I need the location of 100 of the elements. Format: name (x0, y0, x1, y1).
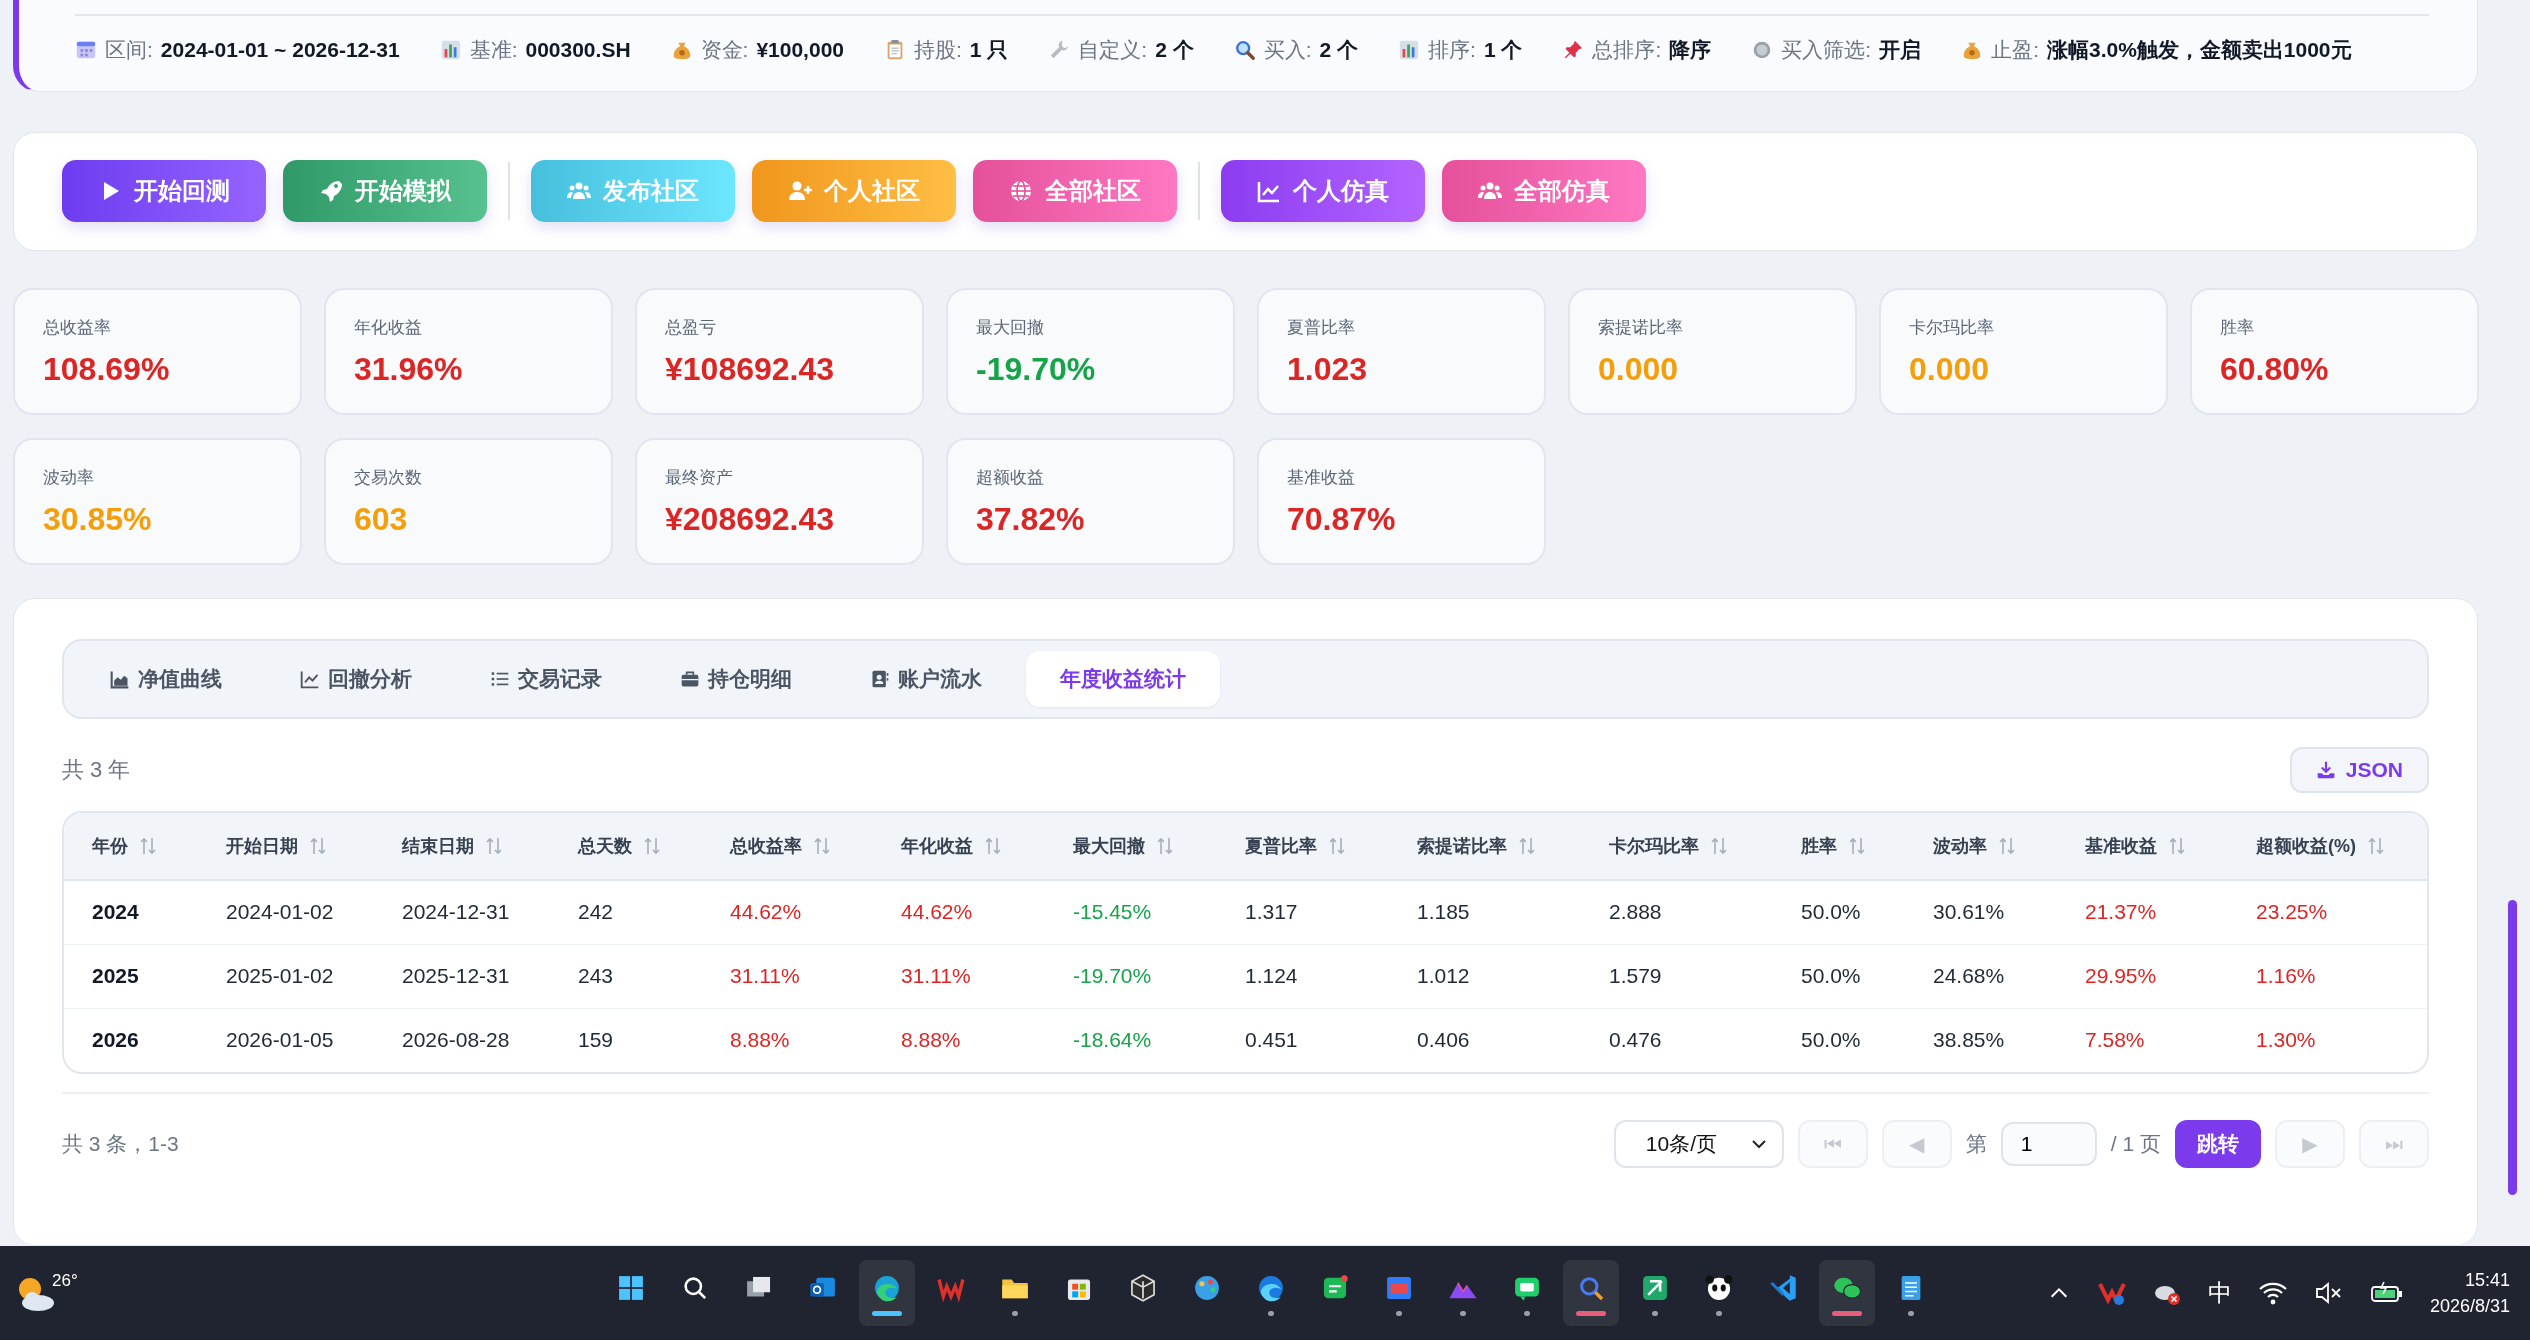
tab[interactable]: 持仓明细 (646, 650, 826, 707)
page-size-select[interactable]: 10条/页 (1613, 1119, 1784, 1168)
column-header[interactable]: 超额收益(%) (2256, 833, 2356, 858)
table-cell: 8.88% (901, 1028, 961, 1052)
info-value: 开启 (1879, 37, 1922, 63)
table-cell: 2.888 (1609, 900, 1662, 924)
metric-value: 31.96% (354, 350, 464, 388)
table-cell: 243 (578, 964, 614, 988)
metric-label: 年化收益 (354, 316, 423, 339)
table-cell: -19.70% (1073, 964, 1152, 988)
column-header[interactable]: 年化收益 (901, 833, 973, 858)
column-header[interactable]: 结束日期 (402, 833, 474, 858)
table-cell: 8.88% (730, 1028, 790, 1052)
info-value: 2024-01-01 ~ 2026-12-31 (160, 38, 400, 62)
metric-label: 胜率 (2220, 316, 2255, 339)
metric-value: 603 (354, 500, 409, 538)
column-header[interactable]: 胜率 (1801, 833, 1837, 858)
metric-value: -19.70% (976, 350, 1097, 388)
pagination-info: 共 3 条，1-3 (62, 1130, 179, 1157)
metric-value: 70.87% (1287, 500, 1397, 538)
metric-label: 索提诺比率 (1598, 316, 1684, 339)
table-cell: 1.30% (2256, 1028, 2316, 1052)
info-label: 排序: (1428, 37, 1476, 63)
table-cell: 2024 (92, 900, 139, 924)
clock[interactable]: 15:41 2026/8/31 (2429, 1267, 2510, 1319)
metric-value: 0.000 (1909, 350, 1991, 388)
table-cell: 2026-01-05 (226, 1028, 334, 1052)
wrench-icon (1048, 39, 1071, 61)
action-button[interactable]: 个人仿真 (1221, 160, 1425, 223)
table-cell: 30.61% (1933, 900, 2005, 924)
column-header[interactable]: 年份 (92, 833, 128, 858)
column-header[interactable]: 总天数 (578, 833, 632, 858)
table-cell: 1.317 (1245, 900, 1298, 924)
taskbar-button[interactable] (1818, 1260, 1875, 1326)
taskbar-button[interactable] (858, 1260, 915, 1326)
info-label: 基准: (469, 37, 518, 63)
column-header[interactable]: 开始日期 (226, 833, 298, 858)
column-header[interactable]: 最大回撤 (1073, 833, 1145, 858)
info-value: 涨幅3.0%触发，金额卖出1000元 (2046, 37, 2352, 63)
table-cell: 31.11% (901, 964, 971, 988)
bar-chart-icon (1398, 39, 1421, 61)
scrollbar-thumb[interactable] (2507, 900, 2517, 1195)
table-cell: 2026 (92, 1028, 139, 1052)
action-button[interactable]: 开始回测 (62, 160, 266, 223)
table-cell: 242 (578, 900, 614, 924)
metric-label: 总收益率 (43, 316, 112, 339)
column-header[interactable]: 波动率 (1933, 833, 1987, 858)
table-cell: 0.476 (1609, 1028, 1662, 1052)
table-cell: 1.16% (2256, 964, 2316, 988)
table-cell: 38.85% (1933, 1028, 2005, 1052)
info-value: 2 个 (1155, 37, 1194, 63)
export-button[interactable]: JSON (2289, 746, 2429, 793)
table-cell: 2025-12-31 (402, 964, 510, 988)
tab[interactable]: 年度收益统计 (1026, 650, 1220, 707)
info-label: 区间: (105, 37, 153, 63)
table-cell: 1.185 (1417, 900, 1470, 924)
tab[interactable]: 账户流水 (836, 650, 1016, 707)
table-cell: 21.37% (2085, 900, 2157, 924)
table-cell: 7.58% (2085, 1028, 2145, 1052)
metric-value: ¥208692.43 (665, 500, 836, 538)
tab[interactable]: 净值曲线 (76, 650, 256, 707)
metric-label: 基准收益 (1287, 466, 1356, 489)
metric-value: 1.023 (1287, 350, 1369, 388)
column-header[interactable]: 索提诺比率 (1417, 833, 1507, 858)
info-label: 买入: (1263, 37, 1312, 63)
metric-label: 超额收益 (976, 466, 1045, 489)
table-cell: 23.25% (2256, 900, 2328, 924)
table-cell: 44.62% (730, 900, 802, 924)
page-prefix: 第 (1965, 1130, 1987, 1157)
calendar-icon (75, 39, 97, 61)
column-header[interactable]: 卡尔玛比率 (1609, 833, 1699, 858)
speaker-muted-icon[interactable] (2313, 1280, 2344, 1306)
metric-label: 卡尔玛比率 (1909, 316, 1995, 339)
column-header[interactable]: 基准收益 (2085, 833, 2157, 858)
metric-label: 总盈亏 (665, 316, 717, 339)
metric-label: 波动率 (43, 466, 95, 489)
info-label: 总排序: (1592, 37, 1662, 63)
table-cell: 2024-12-31 (402, 900, 510, 924)
input-method-indicator[interactable]: 中 (2207, 1277, 2232, 1309)
info-value: 1 只 (969, 37, 1009, 63)
table-cell: 24.68% (1933, 964, 2005, 988)
column-header[interactable]: 总收益率 (730, 833, 802, 858)
bar-chart-icon (439, 39, 462, 61)
search-icon (1233, 39, 1256, 61)
pushpin-icon (1562, 39, 1585, 61)
tab[interactable]: 回撤分析 (266, 650, 446, 707)
table-cell: 50.0% (1801, 964, 1861, 988)
metric-value: ¥108692.43 (665, 350, 836, 388)
table-cell: 0.451 (1245, 1028, 1298, 1052)
tab[interactable]: 交易记录 (456, 650, 636, 707)
info-value: ¥100,000 (756, 38, 844, 62)
page-input[interactable]: 1 (2000, 1121, 2097, 1166)
table-cell: 31.11% (730, 964, 800, 988)
info-label: 持股: (914, 37, 962, 63)
info-label: 买入筛选: (1781, 37, 1872, 63)
table-cell: 1.124 (1245, 964, 1298, 988)
info-label: 资金: (700, 37, 749, 63)
column-header[interactable]: 夏普比率 (1245, 833, 1317, 858)
jump-button[interactable]: 跳转 (2175, 1119, 2261, 1168)
wifi-icon[interactable] (2257, 1280, 2288, 1306)
